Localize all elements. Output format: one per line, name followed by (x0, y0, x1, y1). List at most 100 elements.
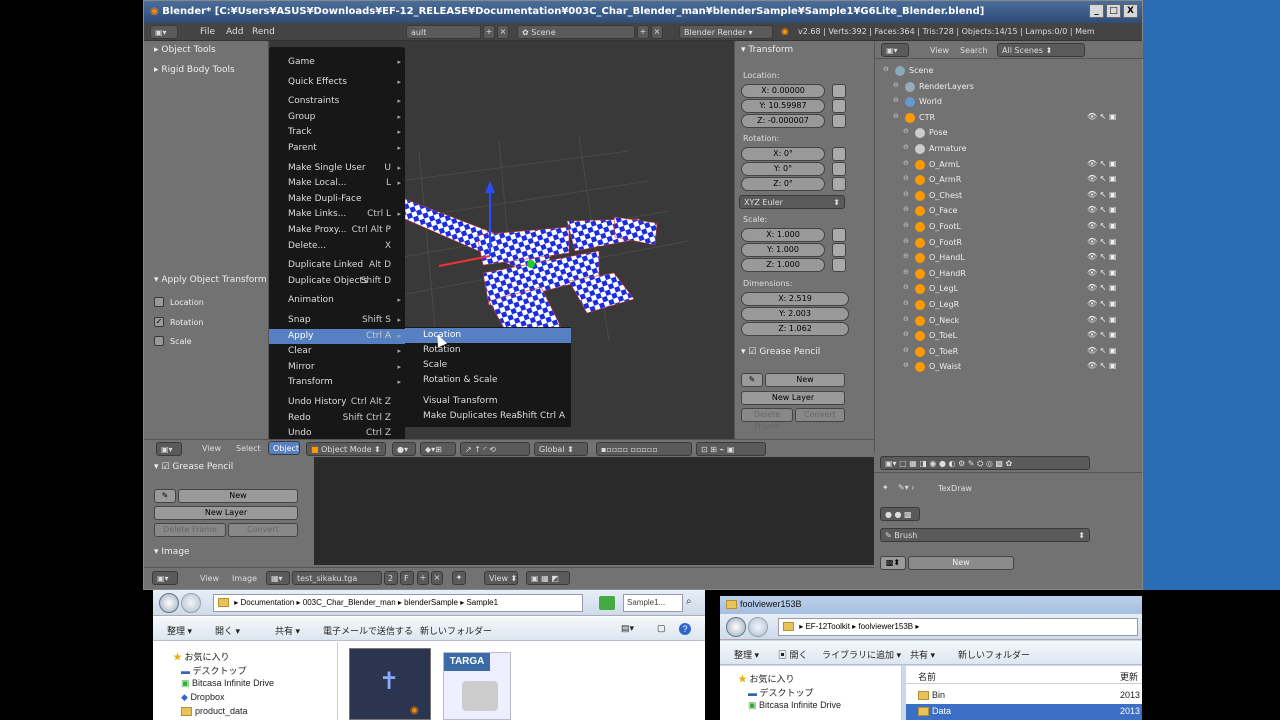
menu-item-clear[interactable]: Clear ▸ (269, 344, 405, 359)
nav-item-bitcasa[interactable]: ▣ Bitcasa Infinite Drive (181, 678, 274, 689)
menu-render[interactable]: Rend (252, 27, 275, 37)
editor-type-icon[interactable]: ▣▾ (150, 25, 178, 39)
forward-button[interactable] (748, 617, 768, 637)
outliner-row-renderlayers[interactable]: ⊖ RenderLayers (875, 80, 1143, 95)
forward-button[interactable] (181, 593, 201, 613)
location-x-field[interactable]: X: 0.00000 (741, 84, 825, 98)
tga-file-thumbnail[interactable]: TARGA (443, 652, 511, 720)
image-panel-header[interactable]: ▾ Image (154, 547, 190, 557)
layers-grid[interactable]: ▪▫▫▫▫ ▫▫▫▫▫ (596, 442, 692, 456)
menu-add[interactable]: Add (226, 27, 243, 37)
apply-item-make-duplicates-real[interactable]: Make Duplicates Real Shift Ctrl A (405, 409, 571, 424)
outliner-row-o-face[interactable]: ⊖ O_Face 👁 ↖ ▣ (875, 204, 1143, 219)
outliner-row-o-arml[interactable]: ⊖ O_ArmL 👁 ↖ ▣ (875, 158, 1143, 173)
menu-image[interactable]: Image (232, 574, 257, 583)
outliner-row-o-waist[interactable]: ⊖ O_Waist 👁 ↖ ▣ (875, 360, 1143, 375)
share-button[interactable]: 共有 ▾ (910, 648, 935, 661)
apply-item-location[interactable]: Location (405, 328, 571, 343)
menu-file[interactable]: File (200, 27, 215, 37)
outliner-row-o-footr[interactable]: ⊖ O_FootR 👁 ↖ ▣ (875, 236, 1143, 251)
favorites-item[interactable]: ★ お気に入り (173, 650, 230, 663)
outliner-row-o-legr[interactable]: ⊖ O_LegR 👁 ↖ ▣ (875, 298, 1143, 313)
editor-type-icon[interactable]: ▣▾ (881, 43, 909, 57)
view-options-icon[interactable]: ▤▾ (621, 623, 634, 634)
close-button[interactable]: X (1123, 4, 1138, 18)
screen-layout-field[interactable]: ault (406, 25, 481, 39)
menu-object[interactable]: Object (268, 441, 300, 455)
rotation-checkbox[interactable]: ✓ (154, 317, 164, 327)
nav-item-dropbox[interactable]: ◆ Dropbox (181, 692, 224, 703)
help-icon[interactable]: ? (679, 623, 691, 635)
brush-texture-icon[interactable]: ▩⬍ (880, 556, 906, 570)
file-row-data[interactable]: Data 2013 (906, 704, 1142, 720)
back-button[interactable] (159, 593, 179, 613)
properties-tabs[interactable]: ▣▾ ▢ ▦ ◨ ◉ ● ◐ ⚙ ✎ ⛭ ◎ ▩ ✿ (880, 456, 1090, 470)
menu-item-undo-history[interactable]: Undo History Ctrl Alt Z (269, 395, 405, 410)
scale-x-field[interactable]: X: 1.000 (741, 228, 825, 242)
new-folder-button[interactable]: 新しいフォルダー (958, 648, 1030, 661)
pencil-icon[interactable]: ✎ (741, 373, 763, 387)
menu-item-apply[interactable]: Apply Ctrl A ▸ (269, 328, 405, 344)
grease-new-button[interactable]: New (765, 373, 845, 387)
search-icon[interactable]: ⌕ (686, 596, 692, 607)
menu-item-duplicate-objects[interactable]: Duplicate Objects Shift D (269, 274, 405, 289)
menu-item-parent[interactable]: Parent ▸ (269, 141, 405, 156)
brush-preview-icon[interactable]: ● ● ▩ (880, 507, 920, 521)
brush-select[interactable]: ✎ Brush ⬍ (880, 528, 1090, 542)
image-browse-button[interactable]: ▦▾ (266, 571, 290, 585)
menu-item-group[interactable]: Group ▸ (269, 110, 405, 125)
object-tools-panel[interactable]: ▸ Object Tools (154, 45, 216, 55)
display-mode-select[interactable]: All Scenes ⬍ (997, 43, 1085, 57)
scene-remove-button[interactable]: × (651, 25, 663, 39)
apply-item-visual-transform[interactable]: Visual Transform (405, 394, 571, 409)
scale-y-field[interactable]: Y: 1.000 (741, 243, 825, 257)
search-input[interactable]: Sample1... (623, 594, 683, 612)
snap-toggle[interactable]: ⊡ ⊞ ⌁ ▣ (696, 442, 766, 456)
apply-transform-panel[interactable]: ▾ Apply Object Transform (154, 275, 267, 285)
rotation-z-field[interactable]: Z: 0° (741, 177, 825, 191)
image-editor-canvas[interactable] (314, 457, 874, 565)
location-checkbox[interactable] (154, 297, 164, 307)
location-y-field[interactable]: Y: 10.59987 (741, 99, 825, 113)
layout-remove-button[interactable]: × (497, 25, 509, 39)
preview-pane-icon[interactable]: ▢ (657, 623, 666, 634)
scene-add-button[interactable]: + (637, 25, 649, 39)
menu-select[interactable]: Select (236, 444, 261, 453)
pivot-select[interactable]: ◆▾⊞ (420, 442, 456, 456)
draw-channels-toggle[interactable]: ▣ ▦ ◩ (526, 571, 570, 585)
grease-new-button[interactable]: New (178, 489, 298, 503)
outliner-row-world[interactable]: ⊖ World (875, 95, 1143, 110)
lock-icon[interactable] (832, 147, 846, 161)
grease-new-layer-button[interactable]: New Layer (154, 506, 298, 520)
orientation-select[interactable]: Global ⬍ (534, 442, 588, 456)
organize-button[interactable]: 整理 ▾ (734, 648, 759, 661)
grease-new-layer-button[interactable]: New Layer (741, 391, 845, 405)
lock-icon[interactable] (832, 84, 846, 98)
scale-checkbox[interactable] (154, 336, 164, 346)
menu-item-make-single-user[interactable]: Make Single User U ▸ (269, 161, 405, 176)
image-new-button[interactable]: + (417, 571, 429, 585)
pin-icon[interactable]: ✦ (882, 483, 889, 492)
menu-item-snap[interactable]: Snap Shift S ▸ (269, 313, 405, 328)
lock-icon[interactable] (832, 114, 846, 128)
menu-item-mirror[interactable]: Mirror ▸ (269, 360, 405, 375)
manipulator-toggle[interactable]: ↗ ↑ ◜ ⟲ (460, 442, 530, 456)
nav-item-bitcasa[interactable]: ▣ Bitcasa Infinite Drive (748, 700, 841, 711)
apply-item-rotation[interactable]: Rotation (405, 343, 571, 358)
image-users-count[interactable]: 2 (384, 571, 398, 585)
shading-select[interactable]: ●▾ (392, 442, 416, 456)
apply-item-rotation-scale[interactable]: Rotation & Scale (405, 373, 571, 388)
layout-add-button[interactable]: + (483, 25, 495, 39)
outliner-row-o-handl[interactable]: ⊖ O_HandL 👁 ↖ ▣ (875, 251, 1143, 266)
column-name[interactable]: 名前 (918, 670, 936, 683)
outliner-row-o-armr[interactable]: ⊖ O_ArmR 👁 ↖ ▣ (875, 173, 1143, 188)
grease-pencil-panel-header[interactable]: ▾ ☑ Grease Pencil (741, 347, 820, 357)
share-button[interactable]: 共有 ▾ (275, 624, 300, 637)
menu-item-game[interactable]: Game ▸ (269, 55, 405, 70)
breadcrumb[interactable]: ▸ EF-12Toolkit ▸ foolviewer153B ▸ (778, 618, 1138, 636)
nav-item-desktop[interactable]: ▬ デスクトップ (748, 686, 814, 699)
menu-item-quick-effects[interactable]: Quick Effects ▸ (269, 75, 405, 90)
dimension-x-field[interactable]: X: 2.519 (741, 292, 849, 306)
menu-view[interactable]: View (202, 444, 221, 453)
refresh-button[interactable] (599, 596, 615, 610)
